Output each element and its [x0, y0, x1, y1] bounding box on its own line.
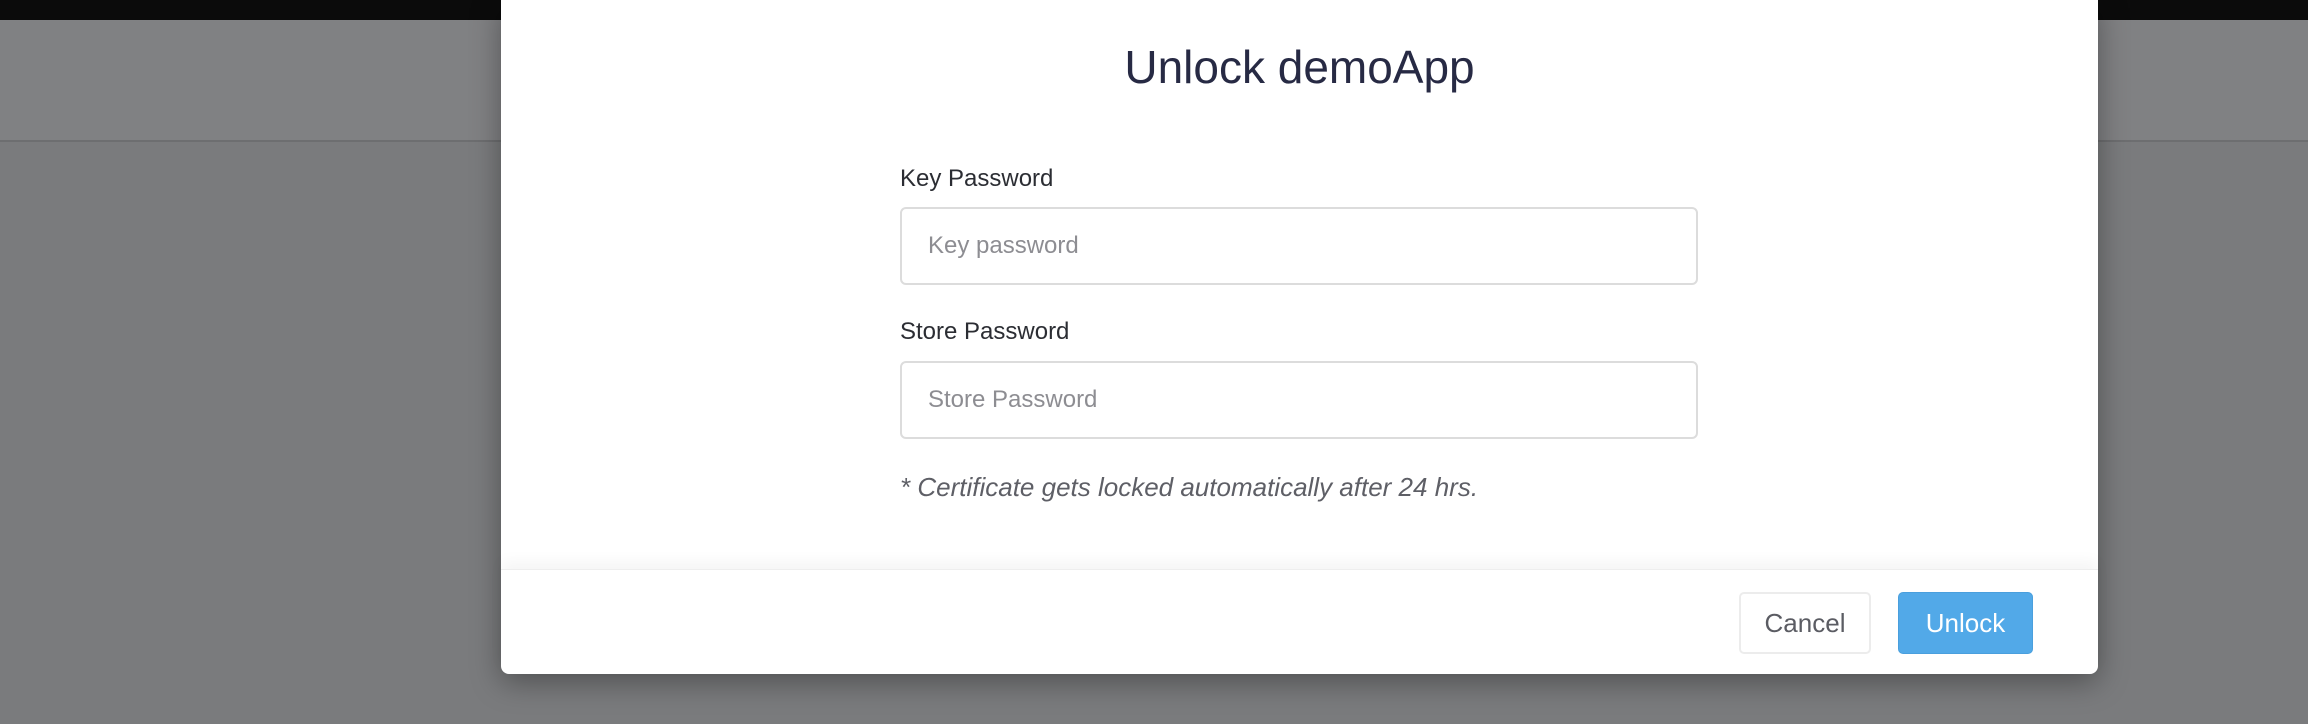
key-password-label: Key Password: [900, 165, 1054, 192]
unlock-dialog: Unlock demoApp Key Password Store Passwo…: [501, 0, 2098, 674]
dialog-title: Unlock demoApp: [1124, 41, 1475, 93]
store-password-input[interactable]: [900, 361, 1698, 439]
lock-note: * Certificate gets locked automatically …: [900, 472, 1479, 502]
store-password-label: Store Password: [900, 318, 1070, 345]
cancel-button[interactable]: Cancel: [1739, 592, 1871, 654]
key-password-input[interactable]: [900, 207, 1698, 285]
dialog-footer: Cancel Unlock: [501, 569, 2098, 675]
unlock-button[interactable]: Unlock: [1898, 592, 2033, 654]
